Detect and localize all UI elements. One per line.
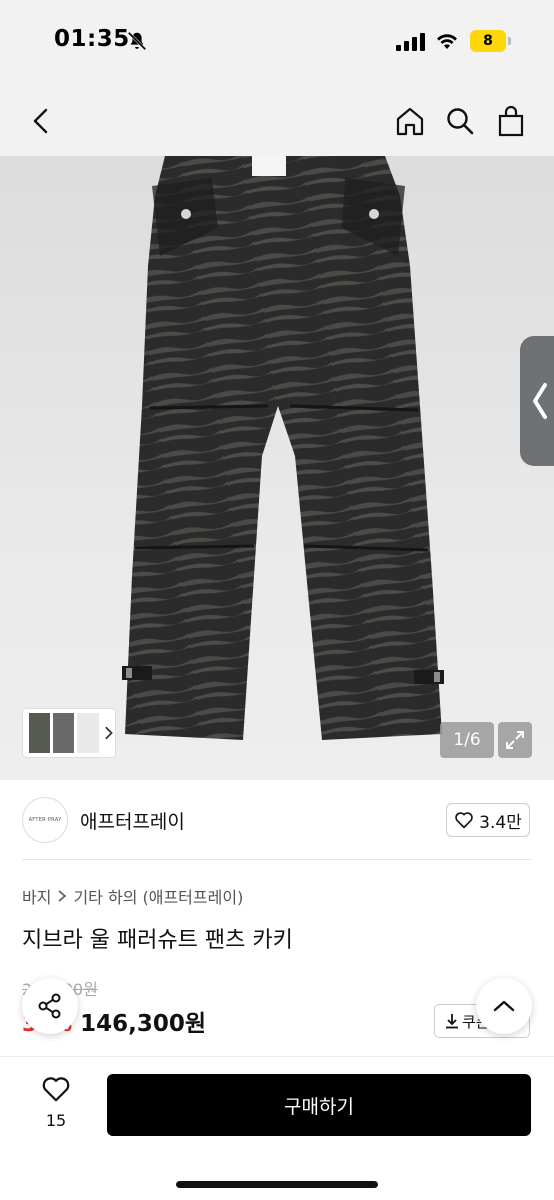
wifi-icon — [437, 34, 457, 49]
bottom-bar: 15 구매하기 — [0, 1056, 554, 1200]
wishlist-count: 15 — [45, 1111, 67, 1130]
thumbnail-strip[interactable] — [22, 708, 116, 758]
divider — [22, 859, 532, 860]
product-image[interactable]: 1/6 — [0, 156, 554, 780]
thumbnail-1[interactable] — [29, 713, 51, 753]
scroll-top-button[interactable] — [476, 978, 532, 1034]
product-photo — [122, 156, 444, 740]
brand-like-button[interactable]: 3.4만 — [446, 803, 530, 837]
breadcrumb-subcategory[interactable]: 기타 하의 (애프터프레이) — [73, 884, 243, 908]
nav-bar — [0, 86, 554, 156]
share-icon — [38, 993, 61, 1019]
breadcrumb-category[interactable]: 바지 — [22, 884, 51, 908]
chevron-up-icon — [493, 1000, 515, 1012]
image-counter: 1/6 — [440, 722, 494, 758]
buy-button[interactable]: 구매하기 — [107, 1074, 531, 1136]
status-time: 01:35 — [54, 26, 130, 52]
thumbnail-3[interactable] — [77, 713, 99, 753]
wishlist-button[interactable]: 15 — [36, 1075, 76, 1130]
chevron-right-icon — [58, 890, 67, 902]
product-title: 지브라 울 패러슈트 팬츠 카키 — [22, 928, 293, 953]
signal-icon — [396, 33, 425, 51]
home-icon[interactable] — [393, 104, 427, 138]
brand-row[interactable]: AFTER PRAY 애프터프레이 3.4만 — [0, 780, 554, 860]
expand-icon[interactable] — [498, 722, 532, 758]
download-icon — [446, 1014, 458, 1029]
breadcrumb: 바지 기타 하의 (애프터프레이) — [22, 884, 243, 908]
heart-icon — [42, 1077, 70, 1102]
battery-icon: 8 — [470, 30, 506, 52]
shopping-bag-icon[interactable] — [494, 104, 528, 138]
home-indicator — [176, 1181, 378, 1188]
brand-like-count: 3.4만 — [479, 812, 522, 833]
share-button[interactable] — [22, 978, 78, 1034]
bell-muted-icon — [127, 31, 147, 51]
side-panel-handle[interactable] — [520, 336, 554, 466]
thumbnail-2[interactable] — [53, 713, 75, 753]
battery-level: 8 — [483, 33, 493, 49]
heart-icon — [455, 812, 473, 829]
brand-logo[interactable]: AFTER PRAY — [22, 797, 68, 843]
search-icon[interactable] — [443, 104, 477, 138]
sale-price: 146,300원 — [80, 1011, 207, 1037]
brand-logo-text: AFTER PRAY — [28, 817, 62, 823]
back-icon[interactable] — [24, 104, 58, 138]
battery-tip — [508, 37, 511, 45]
chevron-right-icon — [104, 726, 113, 740]
brand-name[interactable]: 애프터프레이 — [80, 807, 185, 834]
status-bar: 01:35 8 — [0, 0, 554, 86]
